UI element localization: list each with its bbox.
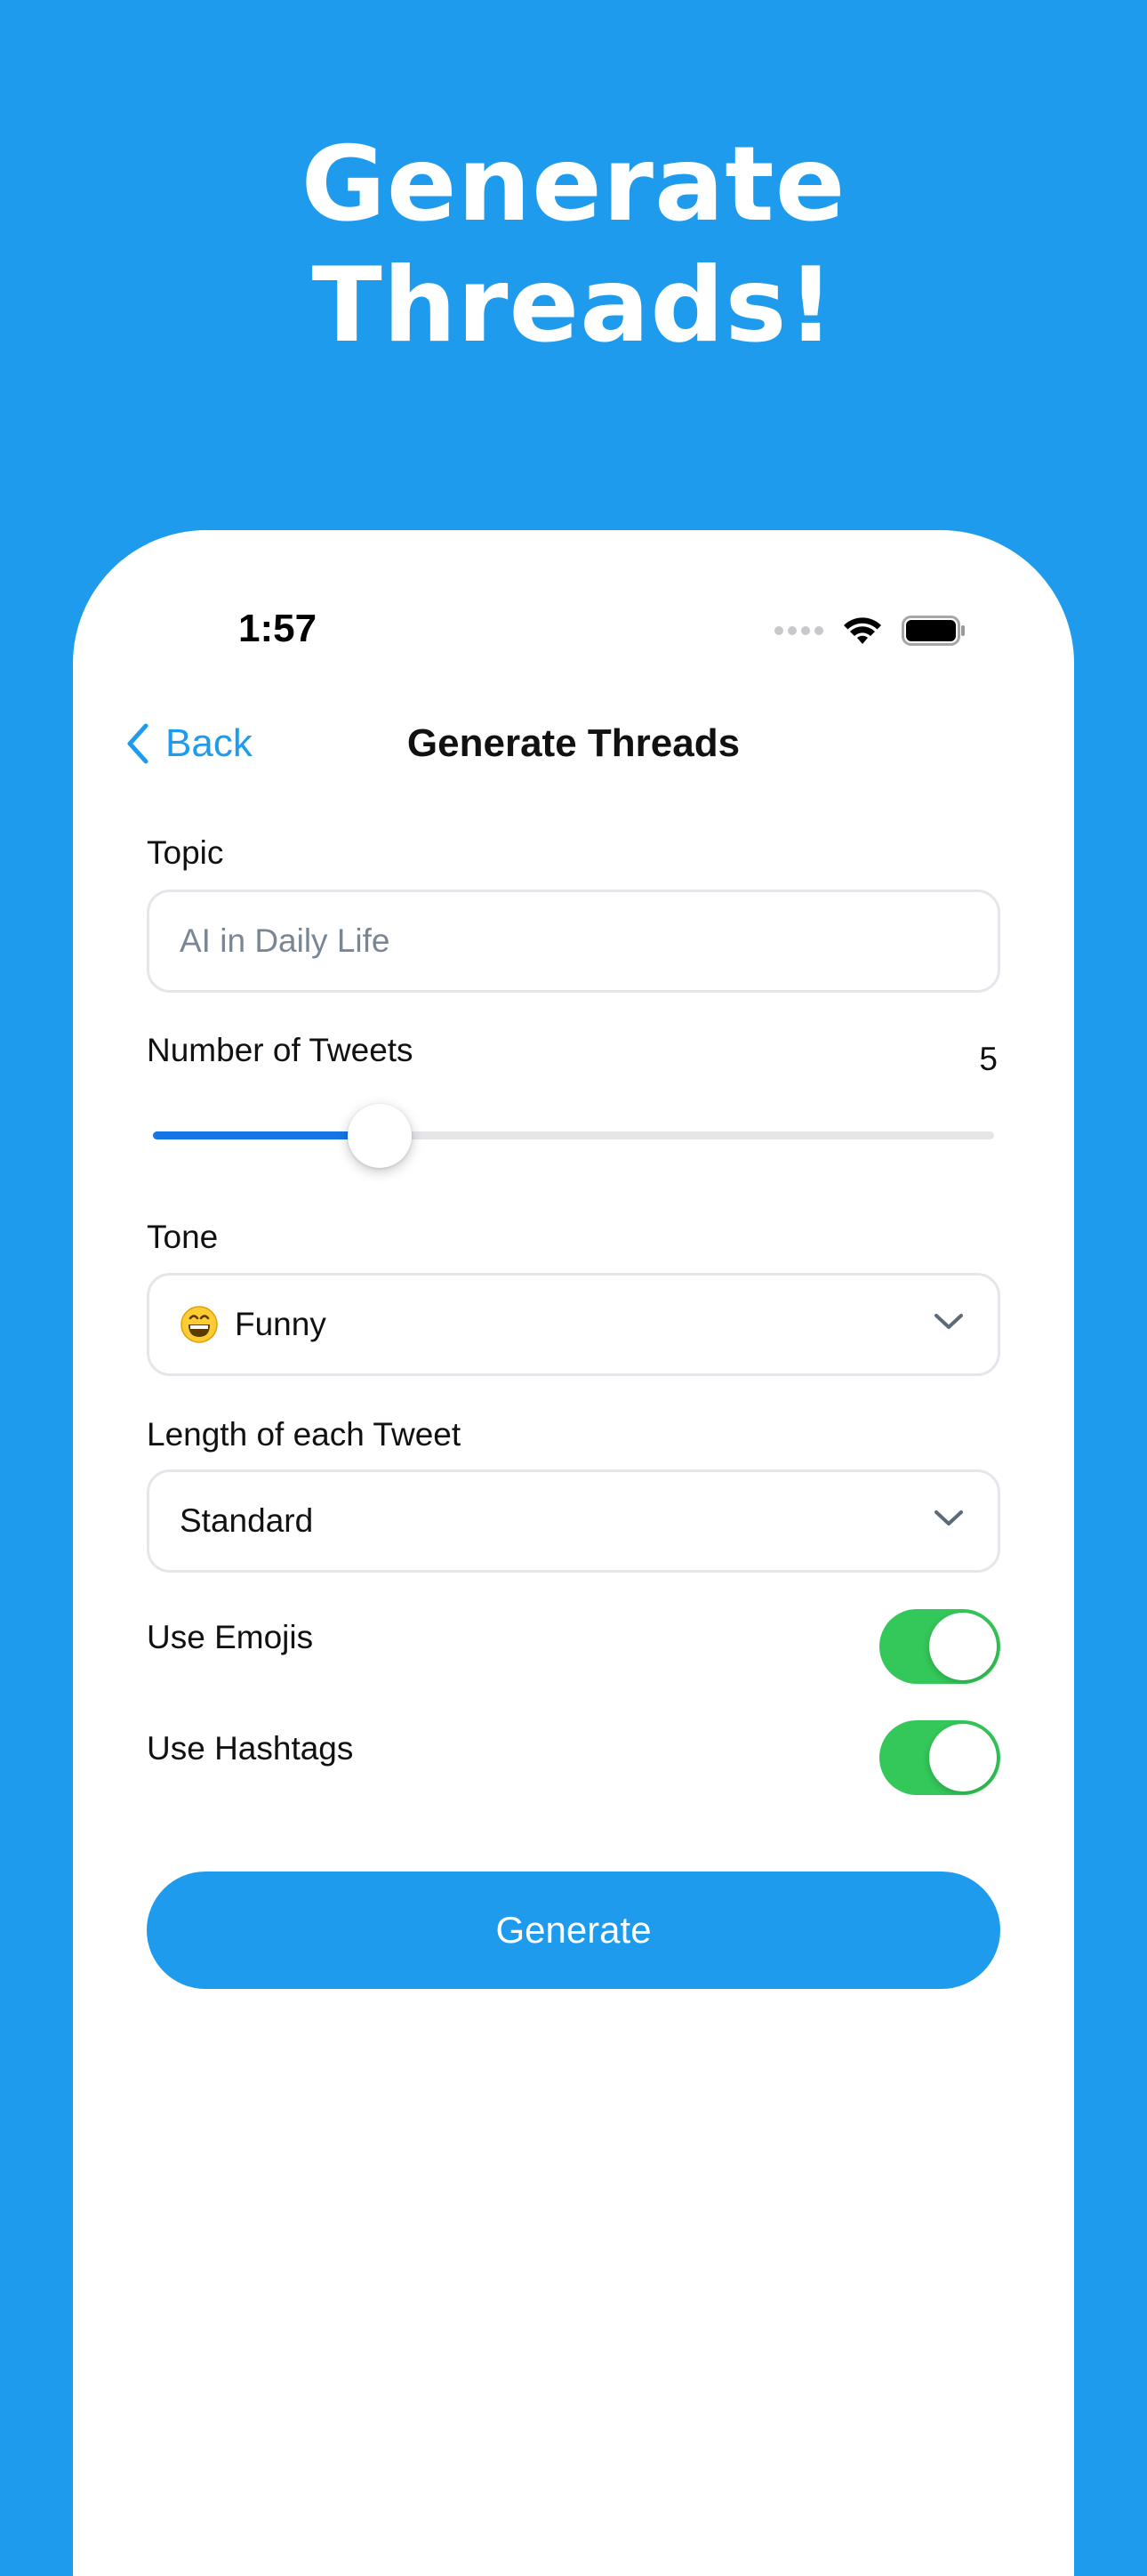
- tweets-label: Number of Tweets: [147, 1032, 413, 1068]
- status-icons: [774, 616, 967, 646]
- headline-line-1: Generate: [301, 125, 846, 245]
- slider-thumb[interactable]: [348, 1103, 413, 1168]
- tone-select[interactable]: Funny: [147, 1273, 1000, 1376]
- hashtags-label: Use Hashtags: [147, 1730, 354, 1767]
- nav-bar: Generate Threads Back: [73, 708, 1074, 779]
- emojis-row: Use Emojis: [147, 1609, 1000, 1684]
- wifi-icon: [844, 617, 881, 644]
- length-value: Standard: [180, 1502, 314, 1539]
- toggle-knob: [929, 1724, 997, 1791]
- chevron-down-icon: [934, 1510, 963, 1525]
- chevron-left-icon: [127, 723, 148, 764]
- generate-button[interactable]: Generate: [147, 1872, 1000, 1989]
- grinning-face-emoji: [180, 1306, 218, 1343]
- battery-icon: [902, 616, 965, 646]
- hashtags-toggle[interactable]: [879, 1720, 1000, 1795]
- topic-input[interactable]: AI in Daily Life: [147, 890, 1000, 993]
- headline: Generate Threads!: [0, 125, 1147, 366]
- topic-placeholder: AI in Daily Life: [180, 922, 390, 959]
- phone-screen: 1:57 Generate Threads Back Topic AI in D…: [73, 530, 1074, 2576]
- topic-label: Topic: [147, 834, 224, 871]
- hashtags-row: Use Hashtags: [147, 1720, 1000, 1795]
- chevron-down-icon: [934, 1314, 963, 1329]
- status-time: 1:57: [238, 607, 317, 650]
- toggle-knob: [929, 1613, 997, 1680]
- tweets-slider[interactable]: [153, 1103, 994, 1168]
- back-label: Back: [165, 721, 253, 765]
- length-label: Length of each Tweet: [147, 1416, 461, 1453]
- tone-label: Tone: [147, 1219, 219, 1255]
- slider-fill: [153, 1131, 381, 1139]
- emojis-label: Use Emojis: [147, 1619, 314, 1655]
- signal-dots-icon: [774, 626, 823, 635]
- tweets-count: 5: [979, 1041, 998, 1077]
- length-select[interactable]: Standard: [147, 1469, 1000, 1573]
- back-button[interactable]: Back: [126, 708, 253, 779]
- emojis-toggle[interactable]: [879, 1609, 1000, 1684]
- headline-line-2: Threads!: [311, 246, 836, 366]
- tone-value: Funny: [235, 1306, 326, 1342]
